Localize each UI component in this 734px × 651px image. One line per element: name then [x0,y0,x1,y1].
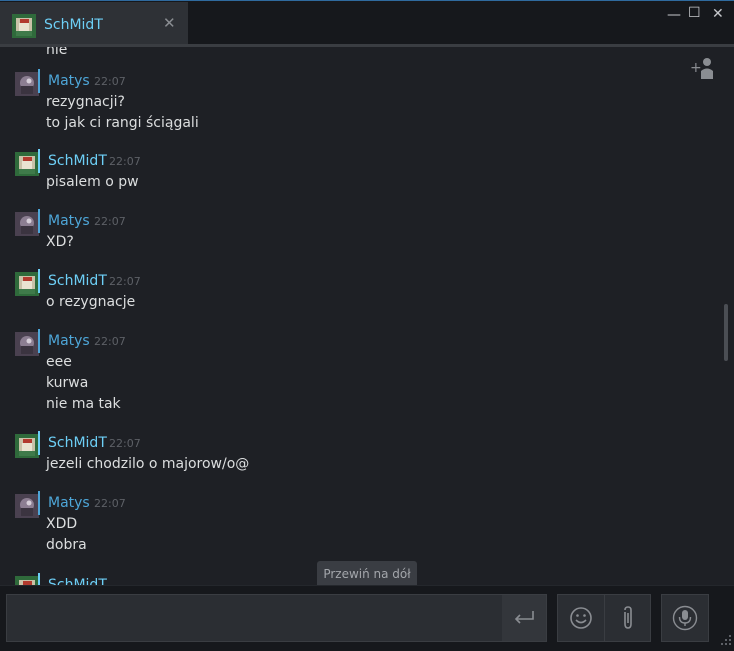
message-body: o rezygnacje [46,292,135,313]
tab-title: SchMidT [44,17,103,33]
message-line: pisalem o pw [46,174,139,190]
author-name[interactable]: Matys [48,332,90,350]
close-tab-icon[interactable]: ✕ [163,14,176,32]
message-body: jezeli chodzilo o majorow/o@ [46,454,249,475]
timestamp: 22:07 [94,215,126,228]
window-close-icon[interactable]: ✕ [712,6,724,22]
attach-button[interactable] [605,595,651,641]
chat-log[interactable]: nie Matys 22:07 rezygnacji? to jak ci rangi… [0,47,734,585]
message-body: XD? [46,232,74,253]
title-bar: SchMidT ✕ — ☐ ✕ [0,0,734,45]
author-indicator [38,69,40,93]
message-body: pisalem o pw [46,172,139,193]
schmidt-avatar[interactable] [15,434,39,458]
schmidt-avatar[interactable] [15,576,39,585]
message-input-wrapper [6,594,547,642]
author-indicator [38,149,40,173]
author-name[interactable]: SchMidT [48,576,107,585]
timestamp: 22:07 [94,75,126,88]
chat-scrollbar[interactable] [724,304,728,361]
scroll-to-bottom-button[interactable]: Przewiń na dół [317,561,417,587]
message-line: to jak ci rangi ściągali [46,115,199,131]
message-line: rezygnacji? [46,94,125,110]
schmidt-avatar[interactable] [15,272,39,296]
paperclip-icon [624,606,632,629]
author-name[interactable]: Matys [48,494,90,512]
emoji-button[interactable] [558,595,605,641]
author-indicator [38,573,40,585]
minimize-icon[interactable]: — [667,7,681,23]
message-line: o rezygnacje [46,294,136,310]
author-indicator [38,269,40,293]
matys-avatar[interactable] [15,212,39,236]
timestamp: 22:07 [109,275,141,288]
add-friend-icon[interactable]: + [687,55,719,81]
voice-button[interactable] [661,594,709,642]
author-name[interactable]: SchMidT [48,272,107,290]
author-name[interactable]: Matys [48,212,90,230]
message-text: nie [46,47,68,58]
enter-icon [514,611,534,624]
author-name[interactable]: Matys [48,72,90,90]
matys-avatar[interactable] [15,72,39,96]
maximize-icon[interactable]: ☐ [688,5,701,21]
matys-avatar[interactable] [15,332,39,356]
message-line: XDD [46,516,78,532]
microphone-icon [672,605,698,631]
author-indicator [38,209,40,233]
message-tools [557,594,651,642]
message-line: jezeli chodzilo o majorow/o@ [46,456,250,472]
resize-grip-icon[interactable] [718,633,732,647]
author-name[interactable]: SchMidT [48,152,107,170]
message-line: eee [46,354,72,370]
author-name[interactable]: SchMidT [48,434,107,452]
schmidt-avatar [12,14,36,38]
composer [0,585,734,651]
message-body: eee kurwa nie ma tak [46,352,121,415]
timestamp: 22:07 [109,155,141,168]
smiley-icon [570,607,592,629]
schmidt-avatar[interactable] [15,152,39,176]
message-line: dobra [46,537,87,553]
timestamp: 22:07 [94,335,126,348]
author-indicator [38,431,40,455]
chat-tab[interactable]: SchMidT ✕ [0,2,188,45]
timestamp: 22:07 [109,437,141,450]
message-line: kurwa [46,375,89,391]
timestamp: 22:07 [94,497,126,510]
matys-avatar[interactable] [15,494,39,518]
message-body: XDD dobra [46,514,87,556]
message-input[interactable] [7,595,501,641]
message-body: rezygnacji? to jak ci rangi ściągali [46,92,199,134]
message-line: nie ma tak [46,396,121,412]
send-button[interactable] [502,595,546,641]
author-indicator [38,491,40,515]
svg-text:+: + [690,60,702,76]
message-line: XD? [46,234,74,250]
author-indicator [38,329,40,353]
